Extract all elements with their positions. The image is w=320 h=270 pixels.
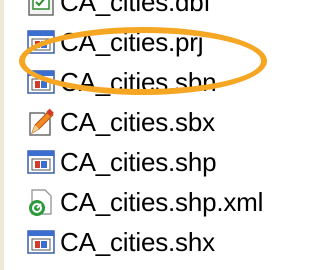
file-item-ca-cities-dbf[interactable]: CA_cities.dbf <box>26 0 283 22</box>
file-item-ca-cities-sbn[interactable]: CA_cities.sbn <box>26 62 283 102</box>
file-name-label: CA_cities.sbx <box>60 107 215 137</box>
file-name-label: CA_cities.shp.xml <box>60 187 264 217</box>
xml-file-icon <box>29 189 52 216</box>
file-name-label: CA_cities.prj <box>60 27 204 57</box>
file-browser-view: CA_cities.dbf CA_cities.prj CA_cities.sb… <box>0 0 283 270</box>
edit-file-icon <box>29 108 54 136</box>
file-item-ca-cities-shp[interactable]: CA_cities.shp <box>26 142 283 182</box>
file-name-label: CA_cities.sbn <box>60 67 217 97</box>
generic-file-icon <box>27 150 55 174</box>
file-name-label: CA_cities.shp <box>60 147 217 177</box>
file-list: CA_cities.dbf CA_cities.prj CA_cities.sb… <box>26 0 283 262</box>
file-item-ca-cities-shx[interactable]: CA_cities.shx <box>26 222 283 262</box>
window-edge <box>0 0 4 270</box>
generic-file-icon <box>27 30 55 54</box>
file-item-ca-cities-prj[interactable]: CA_cities.prj <box>26 22 283 62</box>
file-name-label: CA_cities.shx <box>60 227 215 257</box>
file-name-label: CA_cities.dbf <box>60 0 211 17</box>
file-item-ca-cities-sbx[interactable]: CA_cities.sbx <box>26 102 283 142</box>
dbf-file-icon <box>28 0 54 16</box>
generic-file-icon <box>27 70 55 94</box>
file-item-ca-cities-shp-xml[interactable]: CA_cities.shp.xml <box>26 182 283 222</box>
generic-file-icon <box>27 230 55 254</box>
